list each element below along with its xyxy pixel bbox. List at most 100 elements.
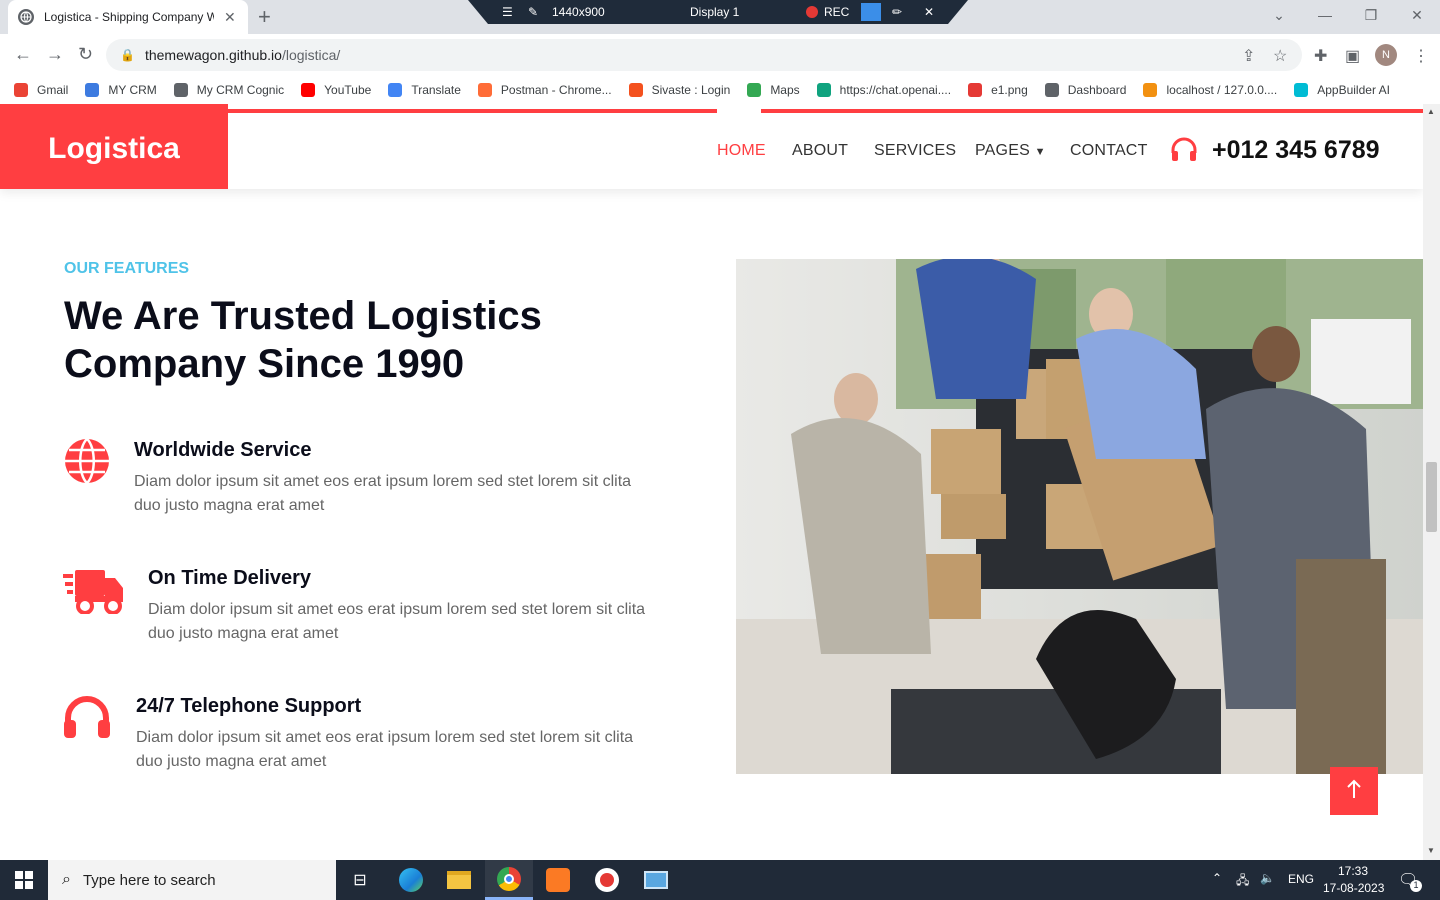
menu-icon[interactable]: ☰ xyxy=(502,5,513,19)
bookmark-favicon-icon xyxy=(14,83,28,97)
bookmark-label: https://chat.openai.... xyxy=(839,83,952,97)
scroll-up-icon[interactable]: ▲ xyxy=(1427,107,1435,116)
bookmark-item[interactable]: Postman - Chrome... xyxy=(477,83,612,97)
language-indicator[interactable]: ENG xyxy=(1288,872,1314,886)
url-text: themewagon.github.io/logistica/ xyxy=(144,47,341,63)
nav-pages[interactable]: PAGES ▼ xyxy=(975,142,1046,160)
minimize-icon[interactable]: — xyxy=(1302,0,1348,30)
recorder-resolution: 1440x900 xyxy=(552,5,605,19)
bookmark-label: Gmail xyxy=(37,83,69,97)
bookmark-label: Maps xyxy=(770,83,800,97)
scrollbar-thumb[interactable] xyxy=(1426,462,1437,532)
back-icon[interactable]: ← xyxy=(14,44,32,65)
start-button[interactable] xyxy=(0,860,48,900)
edge-icon[interactable] xyxy=(387,860,435,900)
scroll-down-icon[interactable]: ▼ xyxy=(1427,846,1435,855)
camera-icon[interactable] xyxy=(861,3,881,21)
nav-services[interactable]: SERVICES xyxy=(874,142,956,160)
bookmark-item[interactable]: Sivaste : Login xyxy=(628,83,730,97)
tab-title: Logistica - Shipping Company W xyxy=(44,10,214,24)
recorder-display[interactable]: Display 1 xyxy=(690,5,739,19)
site-header: Logistica HOME ABOUT SERVICES PAGES ▼ CO… xyxy=(0,104,1423,189)
feature-title: 24/7 Telephone Support xyxy=(136,695,362,717)
desc-line: Diam dolor ipsum sit amet eos erat ipsum… xyxy=(134,473,632,490)
screen-recorder-bar: ☰ ✎ 1440x900 Display 1 REC ✏ ✕ xyxy=(468,0,968,24)
bookmark-item[interactable]: Maps xyxy=(747,83,800,97)
desc-line: duo justo magna erat amet xyxy=(134,497,325,514)
bookmark-item[interactable]: My CRM Cognic xyxy=(173,83,285,97)
clock-date[interactable]: 17-08-2023 xyxy=(1323,881,1384,895)
clock-time[interactable]: 17:33 xyxy=(1338,864,1368,878)
bookmark-item[interactable]: AppBuilder AI xyxy=(1294,83,1390,97)
reload-icon[interactable]: ↻ xyxy=(78,44,93,65)
bookmark-star-icon[interactable]: ☆ xyxy=(1273,46,1287,66)
tab-search-icon[interactable]: ⌄ xyxy=(1256,0,1302,30)
bookmark-item[interactable]: MY CRM xyxy=(85,83,157,97)
extensions-icon[interactable]: ✚ xyxy=(1314,46,1327,66)
bookmark-item[interactable]: Gmail xyxy=(14,83,68,97)
close-tab-icon[interactable]: ✕ xyxy=(224,9,236,26)
bookmark-label: YouTube xyxy=(324,83,372,97)
feature-description: Diam dolor ipsum sit amet eos erat ipsum… xyxy=(148,598,698,646)
nav-home[interactable]: HOME xyxy=(717,142,766,160)
recorder-app-icon[interactable] xyxy=(583,860,631,900)
bookmark-favicon-icon xyxy=(968,83,983,97)
bookmark-item[interactable]: https://chat.openai.... xyxy=(816,83,952,97)
headset-icon xyxy=(1170,137,1198,168)
share-icon[interactable]: ⇪ xyxy=(1242,46,1255,66)
desc-line: duo justo magna erat amet xyxy=(136,753,327,770)
nav-pages-label: PAGES xyxy=(975,142,1030,159)
new-tab-button[interactable]: + xyxy=(258,4,271,30)
back-to-top-button[interactable] xyxy=(1330,767,1378,815)
nav-about[interactable]: ABOUT xyxy=(792,142,848,160)
close-recorder-icon[interactable]: ✕ xyxy=(924,5,934,19)
window-controls: ⌄ — ❐ ✕ xyxy=(1256,0,1440,30)
volume-icon[interactable]: 🔈 xyxy=(1260,871,1275,885)
bookmark-item[interactable]: YouTube xyxy=(301,83,371,97)
nav-contact[interactable]: CONTACT xyxy=(1070,142,1148,160)
restore-icon[interactable]: ❐ xyxy=(1348,0,1394,30)
more-menu-icon[interactable]: ⋮ xyxy=(1413,46,1429,66)
header-phone[interactable]: +012 345 6789 xyxy=(1212,136,1380,165)
bookmark-label: My CRM Cognic xyxy=(196,83,285,97)
xampp-icon[interactable] xyxy=(534,860,582,900)
forward-icon[interactable]: → xyxy=(46,44,64,65)
close-window-icon[interactable]: ✕ xyxy=(1394,0,1440,30)
bookmark-favicon-icon xyxy=(173,83,188,97)
profile-avatar[interactable]: N xyxy=(1375,44,1397,66)
taskbar-search[interactable]: ⌕ Type here to search xyxy=(48,860,336,900)
accent-line xyxy=(228,109,717,113)
bookmark-label: MY CRM xyxy=(108,83,157,97)
chrome-icon[interactable] xyxy=(485,860,533,900)
pen-icon[interactable]: ✏ xyxy=(892,5,902,19)
section-subtitle: OUR FEATURES xyxy=(64,260,190,277)
bookmark-item[interactable]: Translate xyxy=(388,83,461,97)
record-dot-icon xyxy=(806,6,818,18)
page-scrollbar[interactable]: ▲ ▼ xyxy=(1423,104,1440,860)
feature-description: Diam dolor ipsum sit amet eos erat ipsum… xyxy=(136,726,686,774)
windows-logo-icon xyxy=(15,871,33,889)
chevron-up-icon[interactable]: ⌃ xyxy=(1212,871,1222,885)
task-view-icon[interactable]: ⊟ xyxy=(336,860,384,900)
bookmark-favicon-icon xyxy=(301,83,316,97)
file-explorer-icon[interactable] xyxy=(435,860,483,900)
bookmark-favicon-icon xyxy=(1143,83,1158,97)
address-bar[interactable]: 🔒 themewagon.github.io/logistica/ xyxy=(106,39,1302,71)
image-viewer-icon[interactable] xyxy=(632,860,680,900)
heading-line: Company Since 1990 xyxy=(64,342,465,386)
bookmark-item[interactable]: localhost / 127.0.0.... xyxy=(1143,83,1277,97)
web-page: Logistica HOME ABOUT SERVICES PAGES ▼ CO… xyxy=(0,104,1423,860)
side-panel-icon[interactable]: ▣ xyxy=(1345,46,1360,66)
lock-icon[interactable]: 🔒 xyxy=(120,48,135,62)
accent-line xyxy=(761,109,1423,113)
network-icon[interactable]: 🖧 xyxy=(1236,871,1249,892)
search-icon: ⌕ xyxy=(62,871,71,888)
bookmark-item[interactable]: e1.png xyxy=(968,83,1028,97)
browser-tab[interactable]: Logistica - Shipping Company W ✕ xyxy=(8,0,248,34)
browser-tab-strip: Logistica - Shipping Company W ✕ + ☰ ✎ 1… xyxy=(0,0,1440,34)
recorder-rec-label[interactable]: REC xyxy=(824,5,849,19)
pin-icon[interactable]: ✎ xyxy=(528,5,538,19)
bookmark-item[interactable]: Dashboard xyxy=(1044,83,1127,97)
bookmark-label: Dashboard xyxy=(1067,83,1127,97)
site-logo[interactable]: Logistica xyxy=(0,109,228,189)
